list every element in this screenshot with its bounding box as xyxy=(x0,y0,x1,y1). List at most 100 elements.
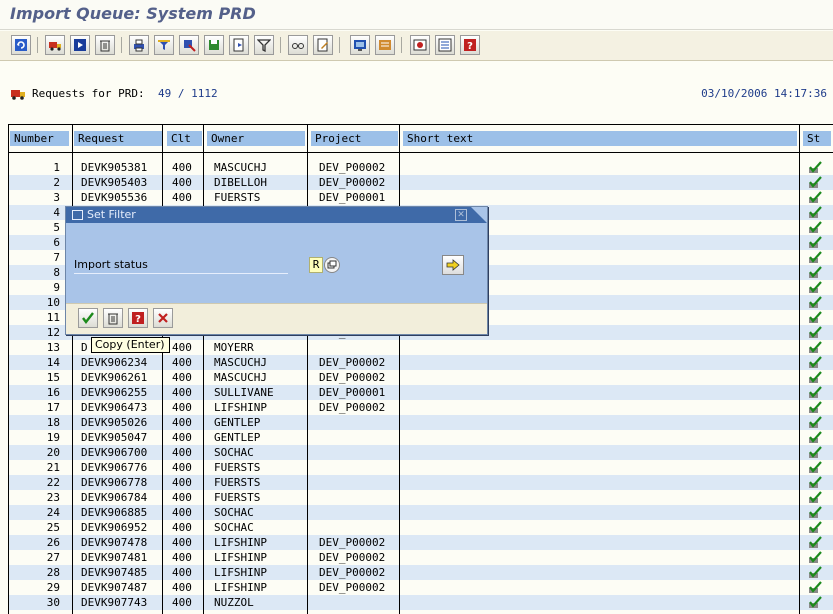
column-header-project[interactable]: Project xyxy=(311,131,398,146)
list-icon[interactable] xyxy=(435,35,455,55)
number-cell: 2 xyxy=(53,176,60,189)
cancel-icon[interactable] xyxy=(153,308,173,328)
table-row[interactable]: 18 DEVK905026 400 GENTLEP xyxy=(8,415,833,430)
table-row[interactable]: 21 DEVK906776 400 FUERSTS xyxy=(8,460,833,475)
table-row[interactable]: 30 DEVK907743 400 NUZZOL xyxy=(8,595,833,610)
settings-icon[interactable] xyxy=(410,35,430,55)
table-row[interactable]: 1 DEVK905381 400 MASCUCHJ DEV_P00002 xyxy=(8,160,833,175)
monitor-icon[interactable] xyxy=(350,35,370,55)
help-icon[interactable]: ? xyxy=(128,308,148,328)
status-check-icon[interactable] xyxy=(808,461,822,476)
next-arrow-button[interactable] xyxy=(442,255,464,275)
number-cell: 5 xyxy=(53,221,60,234)
refresh-icon[interactable] xyxy=(11,35,31,55)
start-icon[interactable] xyxy=(70,35,90,55)
status-check-icon[interactable] xyxy=(808,326,822,341)
project-cell xyxy=(319,505,404,520)
status-check-icon[interactable] xyxy=(808,221,822,236)
status-check-icon[interactable] xyxy=(808,236,822,251)
status-check-icon[interactable] xyxy=(808,251,822,266)
status-check-icon[interactable] xyxy=(808,311,822,326)
column-header-number[interactable]: Number xyxy=(10,131,69,146)
project-cell: DEV_P00002 xyxy=(319,551,386,564)
status-check-icon[interactable] xyxy=(808,401,822,416)
table-row[interactable]: 2 DEVK905403 400 DIBELLOH DEV_P00002 xyxy=(8,175,833,190)
trash-icon[interactable] xyxy=(103,308,123,328)
table-row[interactable]: 24 DEVK906885 400 SOCHAC xyxy=(8,505,833,520)
status-check-icon[interactable] xyxy=(808,491,822,506)
table-row[interactable]: 27 DEVK907481 400 LIFSHINP DEV_P00002 xyxy=(8,550,833,565)
table-row[interactable]: 19 DEVK905047 400 GENTLEP xyxy=(8,430,833,445)
window-icon xyxy=(72,210,83,220)
number-cell: 10 xyxy=(46,296,60,309)
glasses-icon[interactable] xyxy=(288,35,308,55)
status-check-icon[interactable] xyxy=(808,356,822,371)
select-icon[interactable] xyxy=(179,35,199,55)
trash-icon[interactable] xyxy=(95,35,115,55)
filter-icon[interactable] xyxy=(254,35,274,55)
column-header-status[interactable]: St xyxy=(803,131,831,146)
column-header-request[interactable]: Request xyxy=(74,131,163,146)
table-row[interactable]: 3 DEVK905536 400 FUERSTS DEV_P00001 xyxy=(8,190,833,205)
status-check-icon[interactable] xyxy=(808,176,822,191)
column-header-short-text[interactable]: Short text xyxy=(403,131,797,146)
table-row[interactable]: 26 DEVK907478 400 LIFSHINP DEV_P00002 xyxy=(8,535,833,550)
column-header-client[interactable]: Clt xyxy=(167,131,202,146)
client-cell: 400 xyxy=(172,176,192,189)
table-row[interactable]: 15 DEVK906261 400 MASCUCHJ DEV_P00002 xyxy=(8,370,833,385)
number-cell: 21 xyxy=(46,461,60,474)
status-check-icon[interactable] xyxy=(808,521,822,536)
status-check-icon[interactable] xyxy=(808,566,822,581)
status-check-icon[interactable] xyxy=(808,536,822,551)
number-cell: 28 xyxy=(46,566,60,579)
dialog-title: Set Filter xyxy=(87,208,136,221)
table-row[interactable]: 16 DEVK906255 400 SULLIVANE DEV_P00001 xyxy=(8,385,833,400)
check-icon[interactable] xyxy=(78,308,98,328)
status-check-icon[interactable] xyxy=(808,476,822,491)
import-status-label: Import status xyxy=(74,258,148,271)
project-cell xyxy=(319,430,404,445)
status-check-icon[interactable] xyxy=(808,446,822,461)
status-check-icon[interactable] xyxy=(808,581,822,596)
status-check-icon[interactable] xyxy=(808,416,822,431)
save-icon[interactable] xyxy=(204,35,224,55)
dialog-title-bar[interactable]: Set Filter ✕ xyxy=(66,207,487,223)
owner-cell: MASCUCHJ xyxy=(214,356,267,369)
number-cell: 30 xyxy=(46,596,60,609)
table-row[interactable]: 28 DEVK907485 400 LIFSHINP DEV_P00002 xyxy=(8,565,833,580)
table-row[interactable]: 25 DEVK906952 400 SOCHAC xyxy=(8,520,833,535)
status-check-icon[interactable] xyxy=(808,506,822,521)
filter-funnel-icon[interactable] xyxy=(154,35,174,55)
status-check-icon[interactable] xyxy=(808,431,822,446)
client-cell: 400 xyxy=(172,191,192,204)
print-icon[interactable] xyxy=(129,35,149,55)
table-row[interactable]: 23 DEVK906784 400 FUERSTS xyxy=(8,490,833,505)
history-icon[interactable] xyxy=(375,35,395,55)
table-row[interactable]: 29 DEVK907487 400 LIFSHINP DEV_P00002 xyxy=(8,580,833,595)
table-row[interactable]: 22 DEVK906778 400 FUERSTS xyxy=(8,475,833,490)
table-row[interactable]: 17 DEVK906473 400 LIFSHINP DEV_P00002 xyxy=(8,400,833,415)
status-check-icon[interactable] xyxy=(808,296,822,311)
status-check-icon[interactable] xyxy=(808,161,822,176)
status-check-icon[interactable] xyxy=(808,341,822,356)
status-check-icon[interactable] xyxy=(808,266,822,281)
table-row[interactable]: 14 DEVK906234 400 MASCUCHJ DEV_P00002 xyxy=(8,355,833,370)
truck-icon[interactable] xyxy=(45,35,65,55)
status-check-icon[interactable] xyxy=(808,371,822,386)
column-header-owner[interactable]: Owner xyxy=(207,131,305,146)
import-status-field[interactable]: R xyxy=(309,257,323,273)
help-icon[interactable]: ? xyxy=(460,35,480,55)
value-help-icon[interactable] xyxy=(324,257,340,273)
status-check-icon[interactable] xyxy=(808,551,822,566)
project-cell xyxy=(319,595,404,610)
close-icon[interactable]: ✕ xyxy=(455,209,467,221)
status-check-icon[interactable] xyxy=(808,386,822,401)
status-check-icon[interactable] xyxy=(808,191,822,206)
client-cell: 400 xyxy=(172,461,192,474)
export-icon[interactable] xyxy=(229,35,249,55)
status-check-icon[interactable] xyxy=(808,206,822,221)
table-row[interactable]: 20 DEVK906700 400 SOCHAC xyxy=(8,445,833,460)
edit-doc-icon[interactable] xyxy=(313,35,333,55)
status-check-icon[interactable] xyxy=(808,596,822,611)
status-check-icon[interactable] xyxy=(808,281,822,296)
